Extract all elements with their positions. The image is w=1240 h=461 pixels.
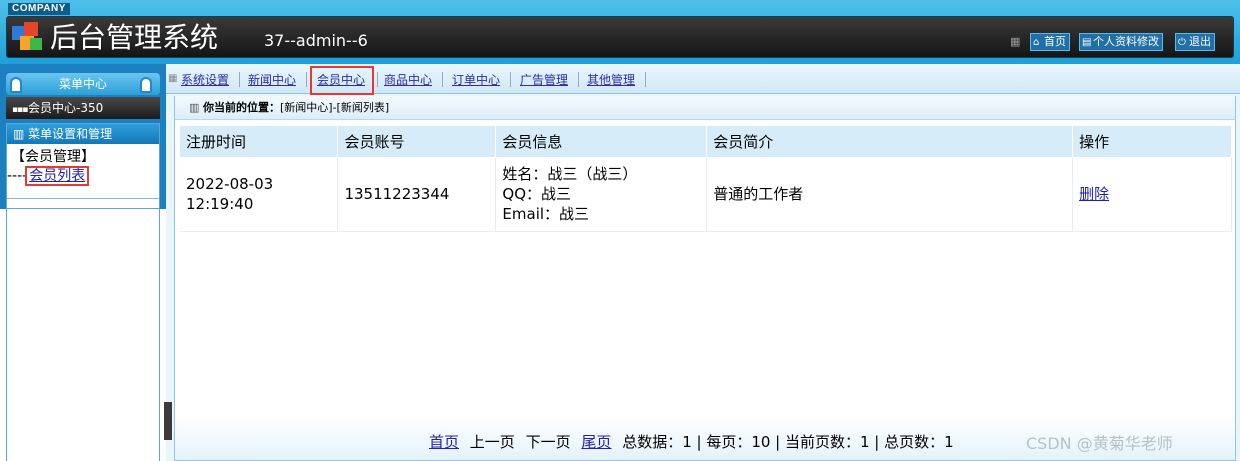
col-account: 会员账号	[337, 126, 497, 157]
tab-product-center[interactable]: 商品中心	[384, 73, 432, 87]
pin-icon	[10, 77, 22, 93]
watermark: CSDN @黄菊华老师	[1026, 434, 1173, 453]
sidebar-link-row: ---- 会员列表	[7, 166, 159, 186]
profile-icon: ▤	[1082, 37, 1092, 48]
tab-ad-management[interactable]: 广告管理	[520, 73, 568, 87]
app-root: COMPANY 后台管理系统 37--admin--6 ▦ ⌂ 首页 ▤ 个人资料修…	[0, 0, 1240, 461]
power-icon: ⏻	[1178, 37, 1186, 48]
page-next: 下一页	[525, 433, 571, 451]
grip-icon: ▦	[168, 73, 178, 84]
tab-other-management[interactable]: 其他管理	[587, 73, 635, 87]
sidebar-current-section[interactable]: ▪▪▪会员中心-350	[6, 97, 160, 119]
top-nav: ▦ 系统设置 新闻中心 会员中心 商品中心 订单中心 广告管理 其他管理	[166, 64, 1240, 95]
sidebar: 菜单中心 ▪▪▪会员中心-350 ▥ 菜单设置和管理 【会员管理】 ---- 会员…	[0, 64, 166, 461]
cell-intro: 普通的工作者	[706, 157, 1074, 232]
home-icon: ⌂	[1033, 37, 1040, 48]
page-last-link[interactable]: 尾页	[581, 433, 611, 451]
menu-settings-panel: ▥ 菜单设置和管理 【会员管理】 ---- 会员列表	[6, 123, 160, 209]
table-header-row: 注册时间 会员账号 会员信息 会员简介 操作	[180, 126, 1232, 157]
app-title: 后台管理系统	[50, 21, 219, 54]
cell-action: 删除	[1072, 157, 1232, 232]
col-action: 操作	[1072, 126, 1232, 157]
tab-news-center[interactable]: 新闻中心	[248, 73, 296, 87]
col-reg-time: 注册时间	[180, 126, 339, 157]
page-prev: 上一页	[469, 433, 515, 451]
page-first-link[interactable]: 首页	[429, 433, 459, 451]
grip-icon: ▦	[1010, 35, 1021, 48]
member-table: 注册时间 会员账号 会员信息 会员简介 操作 2022-08-03 12:19:…	[180, 126, 1232, 232]
menu-settings-header: ▥ 菜单设置和管理	[7, 124, 159, 144]
tab-order-center[interactable]: 订单中心	[452, 73, 500, 87]
pin-icon	[140, 77, 152, 93]
logout-button[interactable]: ⏻ 退出	[1175, 33, 1215, 51]
pagination: 首页 上一页 下一页 尾页 总数据：1 | 每页：10 | 当前页数：1 | 总…	[429, 432, 960, 452]
breadcrumb: ▥ 你当前的位置：[新闻中心]-[新闻列表]	[175, 96, 1235, 120]
cubes-logo-icon	[12, 22, 42, 50]
tab-system-settings[interactable]: 系统设置	[181, 73, 229, 87]
profile-edit-button[interactable]: ▤ 个人资料修改	[1079, 33, 1163, 51]
sidebar-lower	[0, 209, 166, 461]
col-info: 会员信息	[495, 126, 708, 157]
main-content: ▥ 你当前的位置：[新闻中心]-[新闻列表] 注册时间 会员账号 会员信息 会员简…	[174, 96, 1236, 461]
home-button[interactable]: ⌂ 首页	[1030, 33, 1070, 51]
page-summary: 总数据：1 | 每页：10 | 当前页数：1 | 总页数：1	[622, 433, 954, 451]
active-tab-highlight	[310, 66, 374, 95]
grid-icon: ▪▪▪	[12, 105, 28, 115]
company-badge: COMPANY	[8, 3, 70, 15]
user-info: 37--admin--6	[264, 31, 368, 50]
header: COMPANY 后台管理系统 37--admin--6 ▦ ⌂ 首页 ▤ 个人资料修…	[0, 0, 1240, 64]
menu-center-header: 菜单中心	[6, 73, 160, 95]
cell-info: 姓名：战三（战三） QQ：战三 Email：战三	[495, 157, 708, 232]
col-intro: 会员简介	[706, 126, 1074, 157]
sidebar-group-member: 【会员管理】	[11, 149, 95, 165]
panel-icon: ▥	[13, 127, 29, 141]
sidebar-collapse-handle[interactable]	[164, 402, 172, 440]
divider	[7, 198, 159, 199]
list-icon: ▥	[189, 101, 200, 114]
sidebar-item-member-list[interactable]: 会员列表	[25, 166, 90, 186]
cell-reg-time: 2022-08-03 12:19:40	[180, 157, 339, 232]
cell-account: 13511223344	[337, 157, 497, 232]
table-row: 2022-08-03 12:19:40 13511223344 姓名：战三（战三…	[180, 157, 1232, 232]
delete-link[interactable]: 删除	[1079, 185, 1109, 203]
